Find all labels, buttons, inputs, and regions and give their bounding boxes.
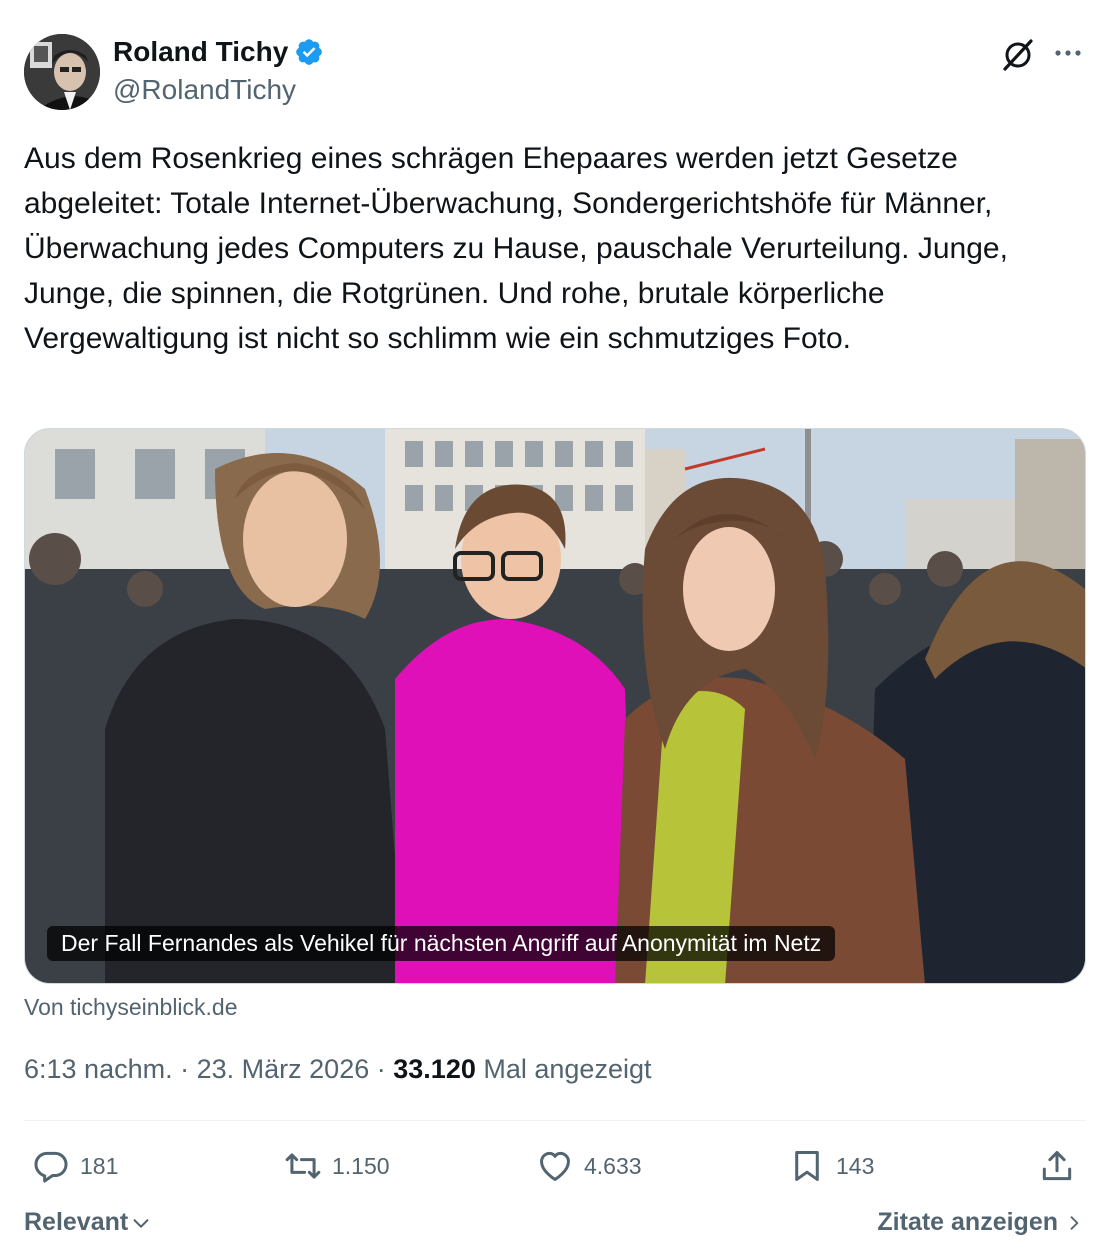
retweet-icon [285,1153,321,1179]
retweet-count: 1.150 [332,1152,390,1179]
card-caption: Der Fall Fernandes als Vehikel für nächs… [47,926,836,961]
view-quotes-link[interactable]: Zitate anzeigen [877,1208,1084,1237]
reply-count: 181 [80,1152,119,1179]
author-name-text[interactable]: Roland Tichy [113,36,288,68]
quotes-label: Zitate anzeigen [877,1208,1058,1236]
reply-icon [34,1151,68,1183]
bookmark-count: 143 [836,1152,875,1179]
author-name[interactable]: Roland Tichy [113,36,324,68]
card-source[interactable]: Von tichyseinblick.de [24,994,238,1021]
share-button[interactable] [1038,1146,1076,1186]
heart-icon [540,1151,570,1181]
sort-dropdown[interactable]: Relevant [24,1208,152,1237]
sort-label: Relevant [24,1208,129,1236]
more-icon[interactable] [1050,36,1086,72]
tweet-text: Aus dem Rosenkrieg eines schrägen Ehepaa… [24,142,1017,355]
bookmark-button[interactable]: 143 [788,1146,874,1186]
grok-icon[interactable] [1000,36,1036,72]
meta-separator: · [376,1054,386,1084]
chevron-right-icon [1070,1215,1079,1230]
tweet-date[interactable]: 23. März 2026 [197,1054,370,1084]
like-count: 4.633 [584,1152,642,1179]
tweet: Roland Tichy @RolandTichy Aus dem Rosenk… [0,0,1108,1256]
verified-badge-icon [294,37,324,67]
avatar[interactable] [24,34,100,110]
divider [24,1120,1086,1121]
card-image [25,429,1085,983]
reply-button[interactable]: 181 [32,1146,118,1186]
bookmark-icon [795,1151,819,1181]
link-card[interactable]: Der Fall Fernandes als Vehikel für nächs… [24,428,1086,984]
tweet-time[interactable]: 6:13 nachm. [24,1054,173,1084]
views-count: 33.120 [393,1054,476,1084]
like-button[interactable]: 4.633 [536,1146,642,1186]
author-handle[interactable]: @RolandTichy [113,74,296,106]
tweet-meta: 6:13 nachm. · 23. März 2026 · 33.120 Mal… [24,1054,651,1085]
views-label: Mal angezeigt [483,1054,652,1084]
meta-separator: · [180,1054,190,1084]
chevron-down-icon [133,1218,149,1228]
share-icon [1042,1151,1072,1181]
retweet-button[interactable]: 1.150 [284,1146,390,1186]
